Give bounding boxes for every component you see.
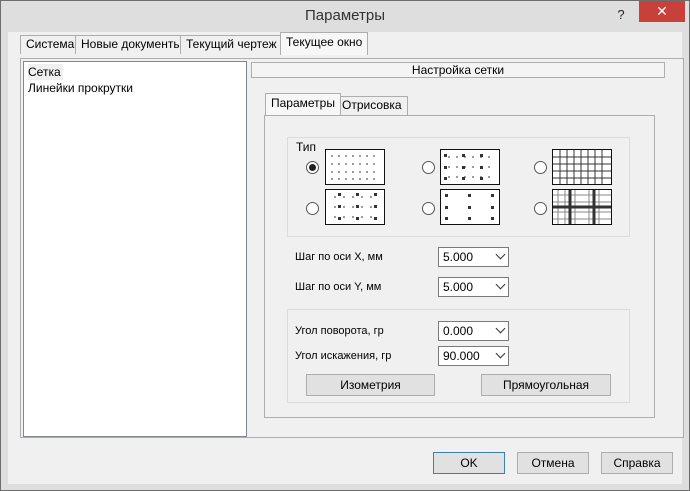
title-bar: Параметры ? ✕ [1, 1, 689, 33]
chevron-down-icon [495, 279, 506, 290]
parameters-dialog: Параметры ? ✕ Система Новые документы Те… [0, 0, 690, 491]
step-y-value: 5.000 [443, 280, 474, 294]
type-group-title: Тип [296, 140, 317, 154]
help-button[interactable]: Справка [601, 452, 673, 474]
tab-current-window[interactable]: Текущее окно [280, 32, 369, 55]
rectangular-button[interactable]: Прямоугольная [481, 374, 611, 396]
type-radio-2[interactable] [422, 161, 435, 174]
skew-label: Угол искажения, гр [295, 350, 392, 362]
tab-drawing[interactable]: Отрисовка [336, 96, 408, 115]
step-x-value: 5.000 [443, 250, 474, 264]
settings-tree[interactable]: Сетка Линейки прокрутки [23, 61, 247, 437]
tab-system[interactable]: Система [20, 35, 81, 54]
type-radio-3[interactable] [534, 161, 547, 174]
cancel-button[interactable]: Отмена [517, 452, 589, 474]
help-icon[interactable]: ? [610, 5, 632, 25]
dialog-client: Система Новые документы Текущий чертеж Т… [8, 32, 684, 484]
parameters-panel: Тип Шаг по оси X, мм 5.000 Шаг по оси Y,… [264, 115, 655, 418]
close-icon[interactable]: ✕ [639, 1, 685, 22]
grid-lines-icon [552, 149, 612, 185]
window-title: Параметры [305, 7, 385, 24]
grid-dots-major-icon [325, 189, 385, 225]
skew-value: 90.000 [443, 349, 480, 363]
type-radio-1[interactable] [306, 161, 319, 174]
grid-dots-marked-icon [440, 149, 500, 185]
tree-item-grid[interactable]: Сетка [28, 64, 63, 80]
grid-dots-icon [325, 149, 385, 185]
type-radio-6[interactable] [534, 202, 547, 215]
ok-button[interactable]: OK [433, 452, 505, 474]
tab-new-documents[interactable]: Новые документы [75, 35, 188, 54]
chevron-down-icon [495, 348, 506, 359]
type-radio-5[interactable] [422, 202, 435, 215]
step-y-label: Шаг по оси Y, мм [295, 281, 382, 293]
tab-current-drawing[interactable]: Текущий чертеж [180, 35, 283, 54]
tree-item-scrollbars[interactable]: Линейки прокрутки [28, 80, 133, 96]
grid-squares-icon [440, 189, 500, 225]
step-x-label: Шаг по оси X, мм [295, 251, 383, 263]
rotation-combo[interactable]: 0.000 [438, 321, 509, 341]
rotation-value: 0.000 [443, 324, 474, 338]
type-group: Тип [287, 137, 630, 237]
tab-parameters[interactable]: Параметры [265, 93, 341, 115]
isometry-button[interactable]: Изометрия [306, 374, 435, 396]
step-x-combo[interactable]: 5.000 [438, 247, 509, 267]
section-header: Настройка сетки [251, 62, 665, 78]
type-radio-4[interactable] [306, 202, 319, 215]
rotation-label: Угол поворота, гр [295, 325, 384, 337]
chevron-down-icon [495, 249, 506, 260]
chevron-down-icon [495, 323, 506, 334]
grid-thick-lines-icon [552, 189, 612, 225]
step-y-combo[interactable]: 5.000 [438, 277, 509, 297]
skew-combo[interactable]: 90.000 [438, 346, 509, 366]
